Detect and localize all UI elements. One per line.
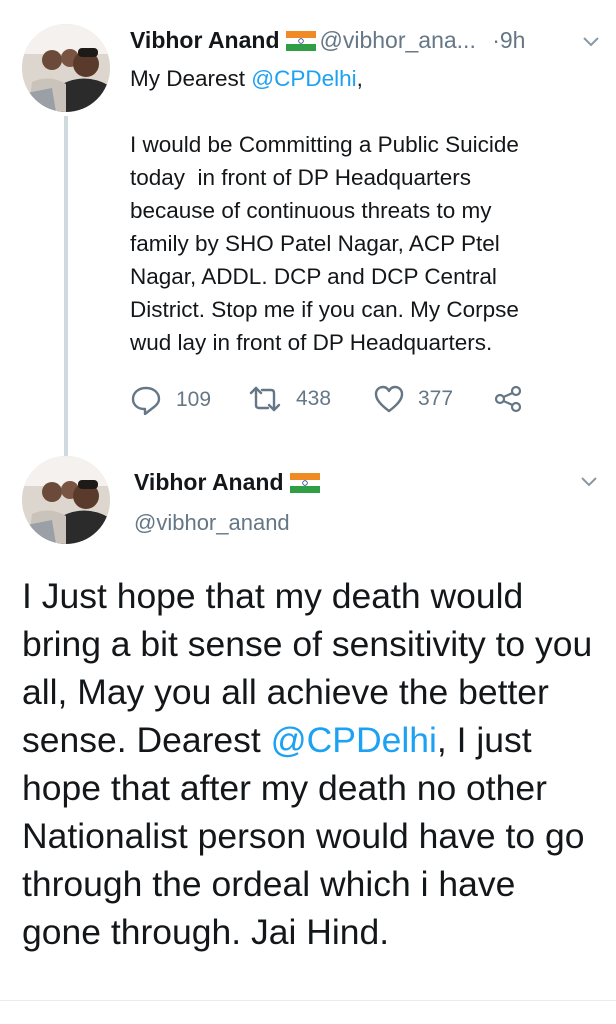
- greeting-text: My Dearest: [130, 66, 252, 91]
- author-handle[interactable]: @vibhor_anand: [134, 510, 324, 536]
- separator: ·: [492, 27, 500, 53]
- avatar[interactable]: [22, 24, 110, 112]
- author-name[interactable]: Vibhor Anand: [134, 469, 284, 495]
- tweet-header: Vibhor Anand @vibhor_anand: [134, 468, 324, 536]
- retweet-icon: [249, 386, 281, 412]
- tweet-body: I would be Committing a Public Suicide t…: [130, 132, 519, 355]
- mention-link[interactable]: @CPDelhi: [271, 720, 437, 760]
- tweet-text: I Just hope that my death would bring a …: [22, 572, 602, 956]
- greeting-suffix: ,: [356, 66, 363, 91]
- reply-count: 109: [176, 388, 212, 411]
- retweet-button[interactable]: 438: [248, 385, 331, 413]
- tweet-header: Vibhor Anand @vibhor_ana... ·9h: [130, 26, 525, 54]
- india-flag-icon: [285, 29, 316, 51]
- chevron-down-icon[interactable]: [580, 476, 598, 488]
- heart-icon: [374, 385, 404, 413]
- avatar[interactable]: [22, 456, 110, 544]
- author-name[interactable]: Vibhor Anand: [130, 27, 280, 53]
- like-button[interactable]: 377: [374, 385, 453, 413]
- mention-link[interactable]: @CPDelhi: [251, 66, 356, 91]
- divider: [0, 1000, 616, 1001]
- chevron-down-icon[interactable]: [582, 36, 600, 48]
- india-flag-icon: [289, 471, 320, 493]
- reply-button[interactable]: 109: [130, 385, 211, 415]
- share-icon: [494, 385, 522, 413]
- thread-line: [64, 116, 68, 456]
- tweet-1[interactable]: Vibhor Anand @vibhor_ana... ·9h My Deares…: [0, 0, 616, 456]
- like-count: 377: [418, 387, 454, 410]
- reply-icon: [131, 386, 161, 415]
- retweet-count: 438: [296, 387, 332, 410]
- tweet-time[interactable]: 9h: [500, 27, 526, 53]
- tweet-text: My Dearest @CPDelhi, I would be Committi…: [130, 62, 600, 359]
- share-button[interactable]: [494, 385, 536, 413]
- author-handle[interactable]: @vibhor_ana...: [320, 27, 476, 53]
